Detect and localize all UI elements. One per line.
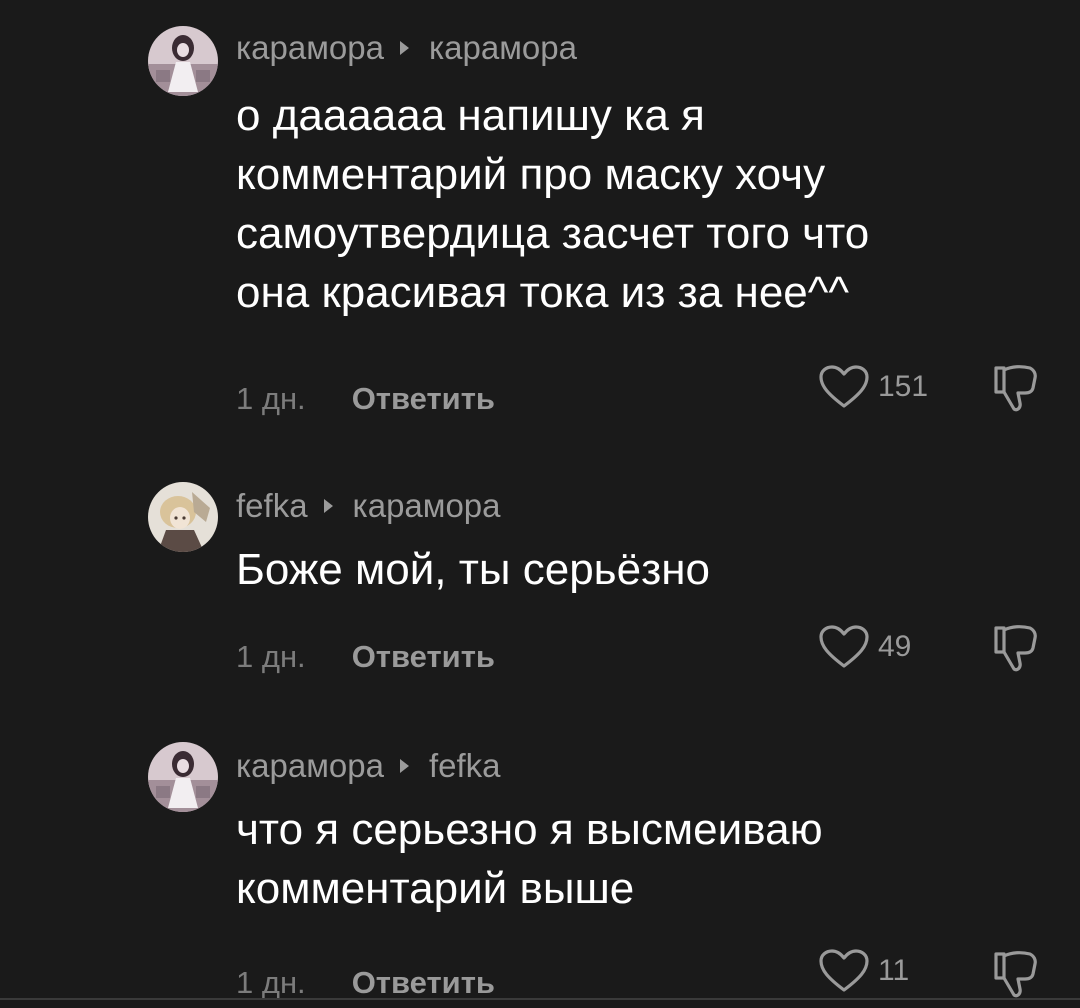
reply-button[interactable]: Ответить [352,965,495,1001]
thumbs-down-icon[interactable] [988,360,1044,416]
thumbs-down-icon[interactable] [988,620,1044,676]
timestamp: 1 дн. [236,639,306,674]
comment-text-line: комментарий выше [236,864,635,913]
author-name[interactable]: карамора [236,747,384,785]
comment-header: карамора карамора [236,26,577,70]
author-name[interactable]: fefka [236,487,308,525]
comment-text-line: о даааааа напишу ка я [236,91,705,140]
comment-meta: 1 дн. Ответить [236,632,495,682]
reply-arrow-icon [399,759,409,773]
heart-icon [819,365,869,408]
like-button[interactable]: 151 [818,362,928,412]
comment-text-line: самоутвердица засчет того что [236,209,870,258]
comment-text-line: Боже мой, ты серьёзно [236,545,711,594]
comment-text-line: она красивая тока из за нее^^ [236,268,850,317]
timestamp: 1 дн. [236,965,306,1000]
reply-arrow-icon [399,41,409,55]
author-name[interactable]: карамора [236,29,384,67]
like-count: 11 [878,954,910,987]
like-count: 151 [878,370,929,403]
reply-to-name[interactable]: карамора [353,487,501,525]
timestamp: 1 дн. [236,381,306,416]
divider [0,998,1080,1000]
comment-text-line: что я серьезно я высмеиваю [236,805,823,854]
comment-text: что я серьезно я высмеиваю комментарий в… [236,800,1036,918]
comment-text-line: комментарий про маску хочу [236,150,826,199]
like-button[interactable]: 49 [818,622,911,672]
comment-header: fefka карамора [236,484,501,528]
avatar[interactable] [148,482,218,552]
reply-to-name[interactable]: карамора [429,29,577,67]
comment-meta: 1 дн. Ответить [236,374,495,424]
comment-meta: 1 дн. Ответить [236,958,495,1008]
heart-icon [819,625,869,668]
reply-button[interactable]: Ответить [352,381,495,417]
reply-to-name[interactable]: fefka [429,747,501,785]
reply-button[interactable]: Ответить [352,639,495,675]
comment-text: о даааааа напишу ка я комментарий про ма… [236,86,1036,322]
comment-header: карамора fefka [236,744,501,788]
reply-arrow-icon [323,499,333,513]
like-count: 49 [878,630,912,663]
avatar[interactable] [148,26,218,96]
like-button[interactable]: 11 [818,946,909,996]
heart-icon [819,949,869,992]
comment-text: Боже мой, ты серьёзно [236,540,1036,599]
avatar[interactable] [148,742,218,812]
thumbs-down-icon[interactable] [988,946,1044,1002]
